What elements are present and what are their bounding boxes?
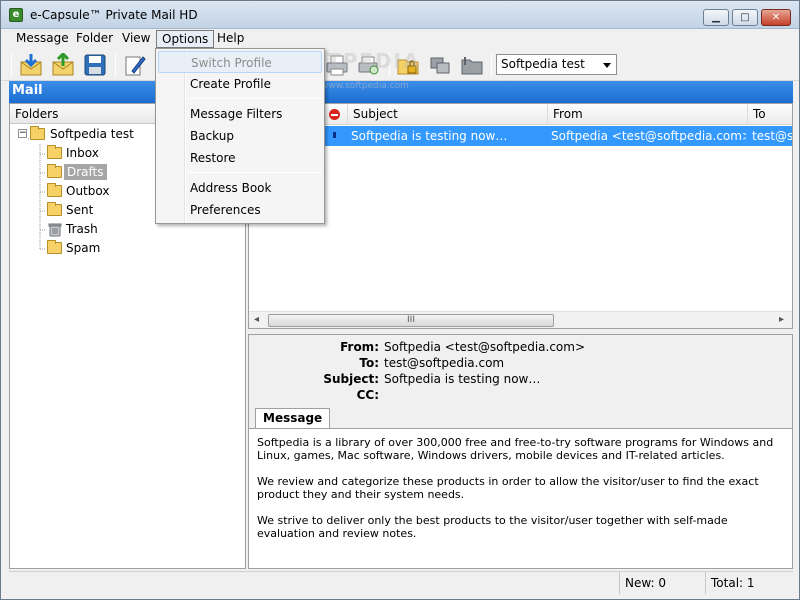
menu-folder[interactable]: Folder	[71, 30, 118, 48]
folder-item-sent[interactable]: Sent	[47, 201, 167, 219]
horizontal-scrollbar[interactable]: ◂ III ▸	[249, 311, 792, 328]
folder-item-outbox[interactable]: Outbox	[47, 182, 167, 200]
receive-mail-icon[interactable]	[18, 52, 44, 78]
from-value: Softpedia <test@softpedia.com>	[384, 340, 586, 354]
profile-select-value: Softpedia test	[501, 57, 585, 71]
tree-expander[interactable]: −	[18, 129, 27, 138]
copy-icon[interactable]	[427, 52, 453, 78]
toolbar-separator	[115, 53, 116, 77]
to-value: test@softpedia.com	[384, 356, 505, 370]
menu-bar: Message Folder View Options Help	[1, 29, 799, 49]
menu-item-preferences[interactable]: Preferences	[158, 199, 322, 221]
message-to: test@softpedia.com	[752, 129, 792, 143]
menu-help[interactable]: Help	[212, 30, 249, 48]
subject-value: Softpedia is testing now…	[384, 372, 541, 386]
menu-item-create-profile[interactable]: Create Profile	[158, 73, 322, 95]
save-icon[interactable]	[82, 52, 108, 78]
toolbar-separator	[491, 53, 492, 77]
menu-item-address-book[interactable]: Address Book	[158, 177, 322, 199]
body-paragraph: We review and categorize these products …	[257, 475, 759, 501]
send-mail-icon[interactable]	[50, 52, 76, 78]
to-label: To:	[359, 356, 379, 370]
folder-item-trash[interactable]: Trash	[47, 220, 167, 238]
tab-message[interactable]: Message	[255, 408, 331, 429]
menu-item-message-filters[interactable]: Message Filters	[158, 103, 322, 125]
sent-folder-icon	[47, 202, 62, 216]
folder-label: Spam	[66, 241, 101, 255]
menu-view[interactable]: View	[117, 30, 155, 48]
drafts-folder-icon	[47, 164, 62, 178]
cc-label: CC:	[356, 388, 379, 402]
toolbar-separator	[11, 53, 12, 77]
column-subject[interactable]: Subject	[347, 104, 547, 125]
app-icon: e	[9, 8, 23, 22]
status-bar: New: 0 Total: 1	[9, 571, 793, 594]
folder-item-spam[interactable]: Spam	[47, 239, 167, 257]
message-from: Softpedia <test@softpedia.com>	[551, 129, 746, 143]
status-total-count: Total: 1	[705, 572, 793, 594]
folder-label: Sent	[66, 203, 94, 217]
status-new-count: New: 0	[619, 572, 705, 594]
tree-root-label: Softpedia test	[50, 127, 134, 141]
folder-item-drafts[interactable]: Drafts	[47, 163, 167, 181]
menu-item-backup[interactable]: Backup	[158, 125, 322, 147]
compose-icon[interactable]	[122, 52, 148, 78]
app-window: e e-Capsule™ Private Mail HD ▁ □ ✕ Messa…	[0, 0, 800, 600]
mail-header-title: Mail	[12, 83, 43, 98]
body-paragraph: Softpedia is a library of over 300,000 f…	[257, 436, 774, 462]
trash-icon	[48, 223, 62, 237]
body-paragraph: We strive to deliver only the best produ…	[257, 514, 728, 540]
tree-root-softpedia-test[interactable]: Softpedia test	[30, 125, 170, 143]
menu-separator	[188, 98, 322, 99]
menu-separator	[188, 172, 322, 173]
from-label: From:	[340, 340, 379, 354]
folder-label: Drafts	[64, 164, 107, 180]
chevron-down-icon	[603, 63, 611, 68]
scroll-right-arrow[interactable]: ▸	[779, 312, 784, 328]
menu-message[interactable]: Message	[11, 30, 74, 48]
message-subject: Softpedia is testing now…	[351, 129, 508, 143]
folder-label: Trash	[66, 222, 98, 236]
close-button[interactable]: ✕	[761, 9, 791, 26]
message-list-header: Subject From To	[249, 104, 792, 125]
profile-select[interactable]: Softpedia test	[496, 54, 617, 75]
move-folder-icon[interactable]	[459, 52, 485, 78]
menu-options[interactable]: Options	[156, 30, 215, 48]
priority-icon	[329, 109, 340, 120]
inbox-folder-icon	[47, 145, 62, 159]
subject-label: Subject:	[323, 372, 379, 386]
window-title: e-Capsule™ Private Mail HD	[30, 8, 198, 22]
minimize-button[interactable]: ▁	[703, 9, 729, 26]
watermark-sub: www.softpedia.com	[321, 81, 409, 91]
title-bar[interactable]: e e-Capsule™ Private Mail HD ▁ □ ✕	[1, 1, 799, 29]
options-menu: Switch Profile Create Profile Message Fi…	[155, 48, 325, 224]
folder-label: Inbox	[66, 146, 99, 160]
message-flag-icon	[333, 132, 336, 138]
spam-folder-icon	[47, 240, 62, 254]
message-row[interactable]: Softpedia is testing now… Softpedia <tes…	[249, 126, 792, 146]
scroll-left-arrow[interactable]: ◂	[254, 312, 259, 328]
menu-item-switch-profile[interactable]: Switch Profile	[158, 51, 322, 73]
column-from[interactable]: From	[547, 104, 747, 125]
message-list: Subject From To Softpedia is testing now…	[248, 103, 793, 329]
maximize-button[interactable]: □	[732, 9, 758, 26]
preview-pane: From: Softpedia <test@softpedia.com> To:…	[248, 334, 793, 569]
folder-item-inbox[interactable]: Inbox	[47, 144, 167, 162]
column-to[interactable]: To	[747, 104, 792, 125]
folder-label: Outbox	[66, 184, 110, 198]
menu-item-restore[interactable]: Restore	[158, 147, 322, 169]
scrollbar-thumb[interactable]: III	[268, 314, 554, 327]
message-body[interactable]: Softpedia is a library of over 300,000 f…	[249, 428, 792, 568]
outbox-folder-icon	[47, 183, 62, 197]
account-folder-icon	[30, 126, 45, 140]
